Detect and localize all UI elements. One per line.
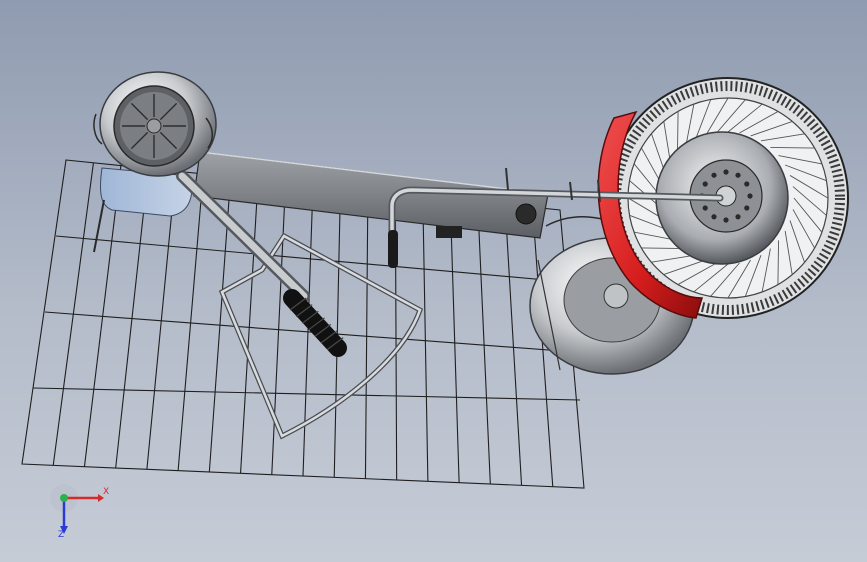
model-scene[interactable] — [0, 0, 867, 562]
handle-grip[interactable] — [283, 289, 347, 357]
z-axis-label: Z — [58, 530, 65, 540]
coordinate-triad: X Z — [40, 470, 120, 550]
y-axis-dot — [60, 494, 68, 502]
x-axis-label: X — [103, 487, 110, 497]
cad-viewport[interactable]: X Z — [0, 0, 867, 562]
headlight[interactable] — [93, 71, 217, 177]
triad-axes-icon — [50, 484, 104, 534]
